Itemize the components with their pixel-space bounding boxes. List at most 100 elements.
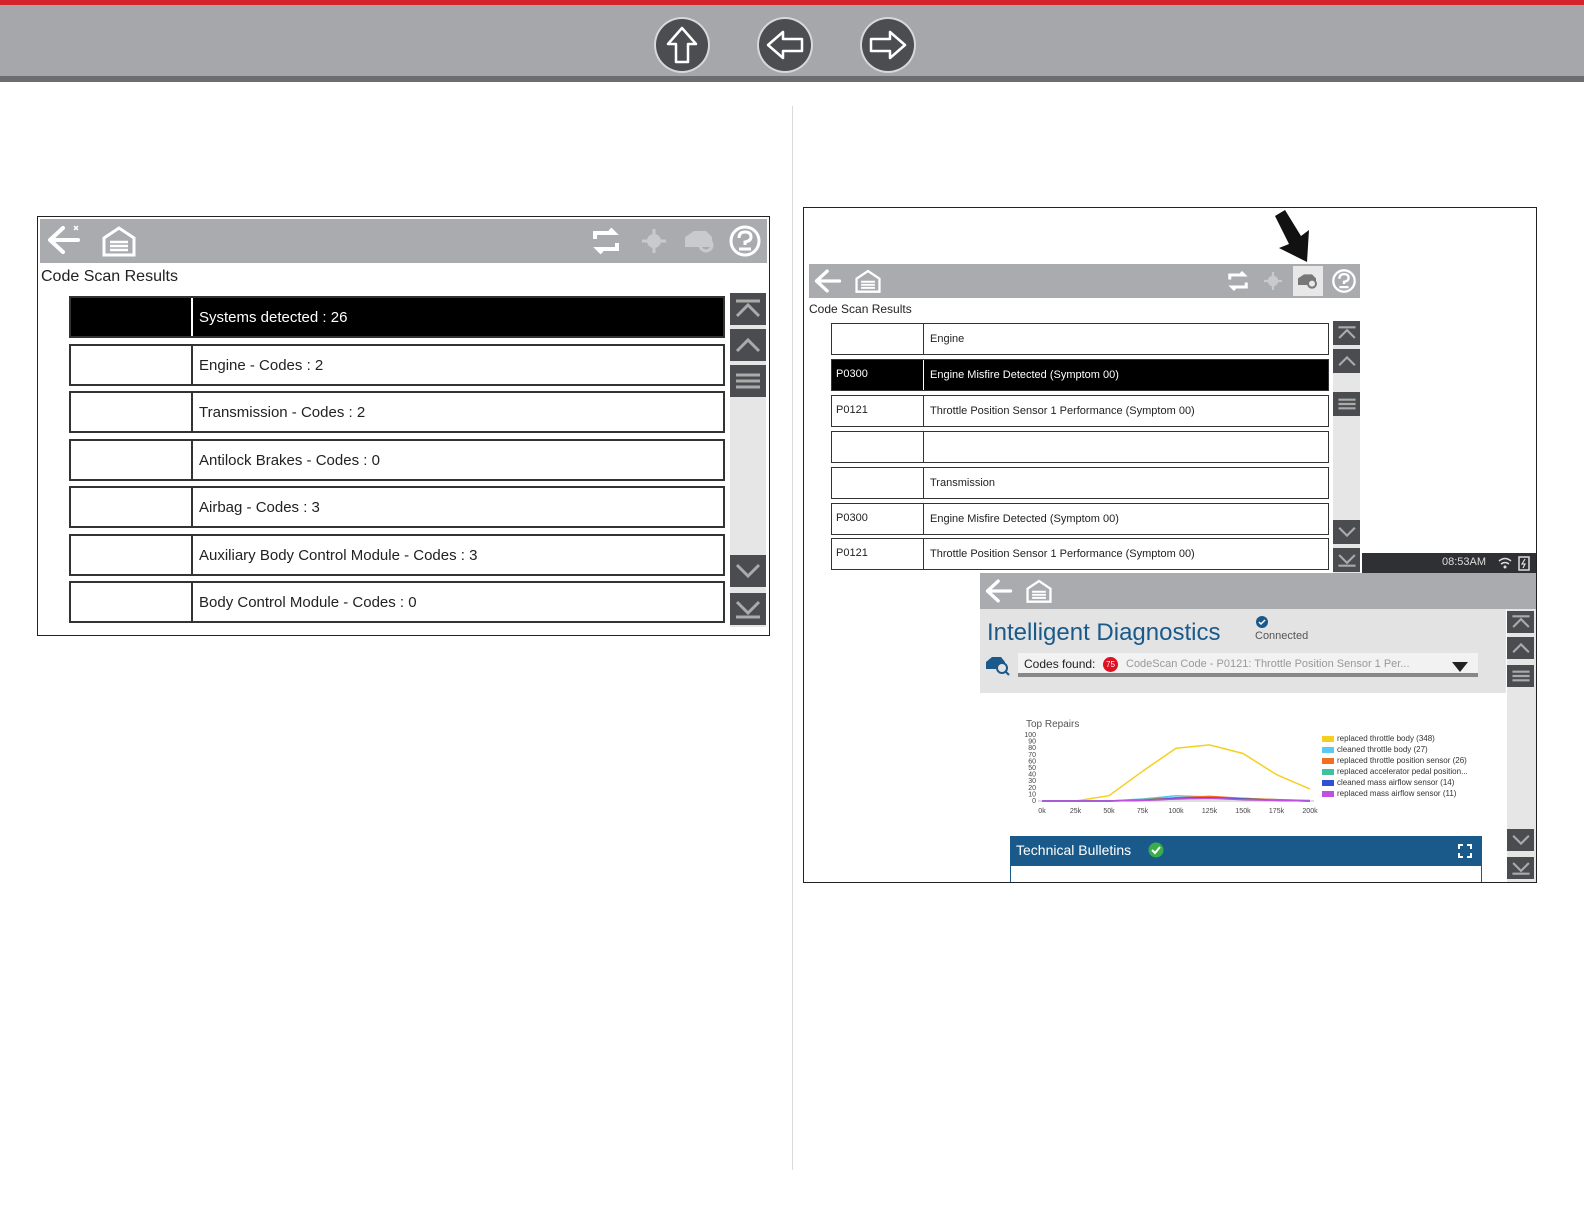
expand-icon[interactable] — [1458, 844, 1472, 863]
legend-entry: cleaned throttle body (27) — [1322, 744, 1502, 755]
list-item[interactable]: Antilock Brakes - Codes : 0 — [69, 439, 725, 481]
legend-label: replaced throttle body (348) — [1337, 734, 1435, 743]
list-item[interactable]: Body Control Module - Codes : 0 — [69, 581, 725, 623]
code-scan-results-screen-left: Code Scan Results Systems detected : 26 … — [37, 216, 770, 636]
freeze-frame-icon — [638, 227, 670, 255]
screen-title: Code Scan Results — [809, 302, 912, 316]
code-cell — [832, 468, 924, 498]
legend-label: replaced mass airflow sensor (11) — [1337, 789, 1457, 798]
screen-toolbar — [809, 264, 1360, 298]
technical-bulletins-body — [1010, 866, 1482, 882]
list-item[interactable]: Airbag - Codes : 3 — [69, 486, 725, 528]
top-navigation-bar — [0, 0, 1584, 82]
list-item[interactable]: P0121 Throttle Position Sensor 1 Perform… — [831, 538, 1329, 570]
list-item-selected[interactable]: Systems detected : 26 — [69, 296, 725, 338]
list-item[interactable]: Auxiliary Body Control Module - Codes : … — [69, 534, 725, 576]
code-cell: P0121 — [832, 396, 924, 426]
list-item-label: Antilock Brakes - Codes : 0 — [199, 451, 380, 469]
home-garage-icon[interactable] — [855, 268, 881, 294]
up-arrow-icon[interactable] — [656, 19, 708, 71]
legend-swatch — [1322, 757, 1334, 764]
back-icon[interactable] — [46, 223, 82, 257]
list-item-selected[interactable]: P0300 Engine Misfire Detected (Symptom 0… — [831, 359, 1329, 391]
scroll-thumb-icon[interactable] — [730, 365, 766, 397]
left-arrow-icon[interactable] — [759, 19, 811, 71]
code-cell — [832, 324, 924, 354]
x-tick-label: 100k — [1168, 808, 1184, 815]
y-tick-label: 0 — [1032, 798, 1036, 805]
legend-entry: cleaned mass airflow sensor (14) — [1322, 777, 1502, 788]
scroll-thumb-icon[interactable] — [1507, 665, 1534, 687]
help-icon[interactable] — [1331, 268, 1357, 294]
help-icon[interactable] — [728, 224, 762, 258]
legend-entry: replaced throttle body (348) — [1322, 733, 1502, 744]
refresh-icon[interactable] — [590, 227, 622, 255]
column-divider — [792, 106, 793, 1170]
code-cell: P0121 — [832, 539, 924, 569]
description-cell: Throttle Position Sensor 1 Performance (… — [930, 548, 1195, 560]
chart-legend: replaced throttle body (348) cleaned thro… — [1322, 733, 1502, 799]
legend-entry: replaced throttle position sensor (26) — [1322, 755, 1502, 766]
status-bar: 08:53AM — [1362, 553, 1536, 573]
list-item-label: Auxiliary Body Control Module - Codes : … — [199, 546, 478, 564]
legend-swatch — [1322, 735, 1334, 742]
legend-label: cleaned mass airflow sensor (14) — [1337, 778, 1455, 787]
scroll-up-icon[interactable] — [1333, 349, 1360, 373]
scroll-up-icon[interactable] — [730, 329, 766, 361]
scroll-down-icon[interactable] — [730, 555, 766, 587]
scroll-top-icon[interactable] — [730, 293, 766, 325]
description-cell: Transmission — [930, 477, 995, 489]
scroll-top-icon[interactable] — [1333, 321, 1360, 345]
connected-status: Connected — [1255, 630, 1309, 642]
intelligent-diagnostics-icon[interactable] — [1293, 266, 1323, 296]
intelligent-diagnostics-screen: Intelligent Diagnostics Connected Codes … — [980, 573, 1536, 882]
list-item-label: Transmission - Codes : 2 — [199, 403, 366, 421]
list-item[interactable]: P0121 Throttle Position Sensor 1 Perform… — [831, 395, 1329, 427]
legend-label: cleaned throttle body (27) — [1337, 745, 1428, 754]
freeze-frame-icon — [1261, 270, 1285, 292]
technical-bulletins-title: Technical Bulletins — [1016, 842, 1132, 858]
right-arrow-icon[interactable] — [862, 19, 914, 71]
list-item-label: Body Control Module - Codes : 0 — [199, 593, 417, 611]
scroll-down-icon[interactable] — [1507, 829, 1534, 851]
scroll-down-icon[interactable] — [1333, 520, 1360, 544]
scroll-bottom-icon[interactable] — [1507, 857, 1534, 879]
list-item[interactable] — [831, 431, 1329, 463]
screen-toolbar — [980, 573, 1536, 609]
code-cell: P0300 — [832, 360, 924, 390]
codes-dropdown[interactable]: Codes found: 75 CodeScan Code - P0121: T… — [1018, 653, 1478, 677]
list-item[interactable]: Engine — [831, 323, 1329, 355]
back-icon[interactable] — [813, 267, 843, 295]
refresh-icon[interactable] — [1226, 270, 1250, 292]
scroll-thumb-icon[interactable] — [1333, 392, 1360, 416]
code-scan-results-screen-right: Code Scan Results Engine P0300 Engine Mi… — [803, 207, 1537, 883]
list-item[interactable]: Engine - Codes : 2 — [69, 344, 725, 386]
technical-bulletins-header[interactable]: Technical Bulletins — [1010, 836, 1482, 866]
x-tick-label: 200k — [1302, 808, 1318, 815]
x-tick-label: 125k — [1202, 808, 1218, 815]
codes-found-label: Codes found: — [1024, 657, 1096, 671]
back-icon[interactable] — [984, 577, 1014, 605]
description-cell — [924, 432, 1328, 462]
vehicle-search-icon — [984, 653, 1010, 682]
legend-entry: replaced mass airflow sensor (11) — [1322, 788, 1502, 799]
list-item[interactable]: P0300 Engine Misfire Detected (Symptom 0… — [831, 503, 1329, 535]
home-garage-icon[interactable] — [102, 225, 136, 257]
x-tick-label: 0k — [1038, 808, 1046, 815]
legend-swatch — [1322, 768, 1334, 775]
screen-title: Code Scan Results — [41, 268, 178, 285]
legend-swatch — [1322, 746, 1334, 753]
code-cell: P0300 — [832, 504, 924, 534]
list-item[interactable]: Transmission — [831, 467, 1329, 499]
x-tick-label: 150k — [1235, 808, 1251, 815]
pointer-arrow-icon — [1271, 210, 1315, 269]
list-item[interactable]: Transmission - Codes : 2 — [69, 391, 725, 433]
scroll-bottom-icon[interactable] — [1333, 548, 1360, 572]
home-garage-icon[interactable] — [1026, 578, 1052, 604]
scroll-top-icon[interactable] — [1507, 611, 1534, 633]
chevron-down-icon[interactable] — [1452, 659, 1468, 677]
series-line — [1042, 744, 1311, 802]
description-cell: Engine — [930, 333, 965, 345]
scroll-bottom-icon[interactable] — [730, 593, 766, 625]
scroll-up-icon[interactable] — [1507, 637, 1534, 659]
